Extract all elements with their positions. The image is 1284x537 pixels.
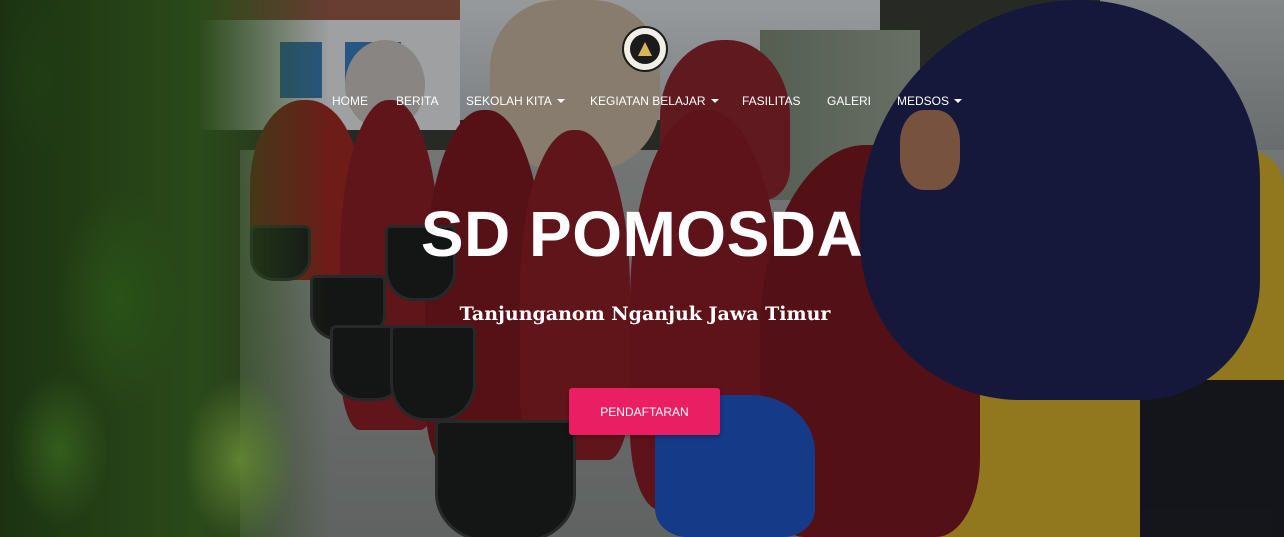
nav-item-galeri[interactable]: GALERI: [827, 93, 871, 109]
caret-down-icon: [710, 99, 719, 103]
nav-item-fasilitas[interactable]: FASILITAS: [742, 93, 800, 109]
nav-item-label: KEGIATAN BELAJAR: [590, 94, 706, 108]
nav-item-label: FASILITAS: [742, 94, 801, 108]
hero-subtitle: Tanjunganom Nganjuk Jawa Timur: [459, 303, 831, 325]
main-nav: HOME BERITA SEKOLAH KITA KEGIATAN BELAJA…: [0, 93, 1284, 109]
nav-item-medsos[interactable]: MEDSOS: [897, 93, 963, 109]
caret-down-icon: [556, 99, 565, 103]
nav-item-home[interactable]: HOME: [332, 93, 368, 109]
nav-item-label: BERITA: [396, 94, 439, 108]
nav-item-label: GALERI: [827, 94, 872, 108]
caret-down-icon: [954, 99, 963, 103]
nav-item-kegiatan-belajar[interactable]: KEGIATAN BELAJAR: [590, 93, 719, 109]
crest-inner: [630, 34, 660, 64]
hero-title: SD POMOSDA: [420, 198, 864, 270]
nav-item-label: MEDSOS: [897, 94, 950, 108]
crest-mark: [638, 42, 652, 56]
nav-item-label: SEKOLAH KITA: [466, 94, 552, 108]
school-crest-icon[interactable]: [622, 26, 668, 72]
nav-item-sekolah-kita[interactable]: SEKOLAH KITA: [466, 93, 565, 109]
registration-button[interactable]: PENDAFTARAN: [569, 388, 720, 435]
nav-item-label: HOME: [332, 94, 368, 108]
nav-item-berita[interactable]: BERITA: [396, 93, 438, 109]
